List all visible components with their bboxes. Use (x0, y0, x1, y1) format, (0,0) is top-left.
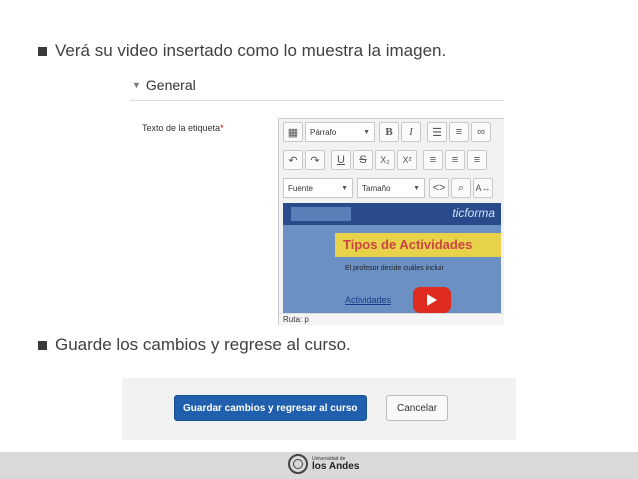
align-center-icon[interactable]: ≡ (445, 150, 465, 170)
section-header-general[interactable]: ▼ General (132, 77, 196, 93)
underline-button[interactable]: U (331, 150, 351, 170)
cancel-button[interactable]: Cancelar (386, 395, 449, 421)
size-select-label: Tamaño (362, 183, 391, 193)
youtube-play-icon[interactable] (413, 287, 451, 313)
paragraph-format-select[interactable]: Párrafo ▼ (305, 122, 375, 142)
align-left-icon[interactable]: ≡ (423, 150, 443, 170)
bullet-instruction-video: Verá su video insertado como lo muestra … (38, 41, 446, 61)
toolbar-row-3: Fuente ▼ Tamaño ▼ <> ⌕ A↔ (279, 175, 504, 201)
undo-icon[interactable]: ↶ (283, 150, 303, 170)
font-select-label: Fuente (288, 183, 313, 193)
font-select[interactable]: Fuente ▼ (283, 178, 353, 198)
bold-button[interactable]: B (379, 122, 399, 142)
bullet-text: Verá su video insertado como lo muestra … (55, 41, 447, 60)
source-code-button[interactable]: <> (429, 178, 449, 198)
toolbar-row-1: ▦ Párrafo ▼ B I ☰ ≡ ∞ (279, 119, 504, 145)
save-and-return-button[interactable]: Guardar cambios y regresar al curso (174, 395, 367, 421)
chevron-down-icon: ▼ (413, 184, 420, 192)
toolbar-row-2: ↶ ↷ U S X₂ X² ≡ ≡ ≡ (279, 147, 504, 173)
thumbnail-link: Actividades (345, 295, 392, 305)
thumbnail-subtitle: El profesor decide cuáles incluir (345, 265, 444, 272)
section-title: General (145, 77, 196, 93)
link-icon[interactable]: ∞ (471, 122, 491, 142)
chevron-down-icon: ▼ (363, 128, 370, 136)
numbered-list-icon[interactable]: ≡ (449, 122, 469, 142)
italic-button[interactable]: I (401, 122, 421, 142)
form-buttons-screenshot: Guardar cambios y regresar al curso Canc… (122, 378, 516, 440)
redo-icon[interactable]: ↷ (305, 150, 325, 170)
bullet-text: Guarde los cambios y regrese al curso. (55, 335, 351, 354)
thumbnail-banner-text: Tipos de Actividades (343, 237, 473, 252)
field-label-text: Texto de la etiqueta (142, 123, 221, 133)
strikethrough-button[interactable]: S (353, 150, 373, 170)
thumbnail-title-text: ticforma (452, 206, 495, 220)
toolbar-toggle-icon[interactable]: ▦ (283, 122, 303, 142)
university-name: los Andes (312, 460, 360, 472)
bullet-square-icon (38, 46, 47, 56)
subscript-button[interactable]: X₂ (375, 150, 395, 170)
chevron-down-icon: ▼ (132, 80, 141, 90)
size-select[interactable]: Tamaño ▼ (357, 178, 425, 198)
bullet-list-icon[interactable]: ☰ (427, 122, 447, 142)
university-logo: Universidad de los Andes (288, 454, 359, 474)
section-divider (130, 100, 504, 101)
editor-screenshot: ▼ General Texto de la etiqueta* ▦ Párraf… (122, 73, 504, 325)
thumbnail-logo (291, 207, 351, 221)
thumbnail-banner: Tipos de Actividades (335, 233, 501, 257)
thumbnail-header: ticforma (283, 203, 501, 225)
align-right-icon[interactable]: ≡ (467, 150, 487, 170)
field-label: Texto de la etiqueta* (142, 123, 224, 133)
find-icon[interactable]: ⌕ (451, 178, 471, 198)
required-mark: * (220, 123, 224, 133)
embedded-video-thumbnail[interactable]: ticforma Tipos de Actividades El profeso… (283, 203, 501, 313)
replace-icon[interactable]: A↔ (473, 178, 493, 198)
superscript-button[interactable]: X² (397, 150, 417, 170)
rich-text-editor[interactable]: ▦ Párrafo ▼ B I ☰ ≡ ∞ ↶ ↷ U S X₂ X² ≡ ≡ … (278, 118, 504, 325)
university-seal-icon (288, 454, 308, 474)
footer-bar: Universidad de los Andes (0, 452, 638, 479)
bullet-instruction-save: Guarde los cambios y regrese al curso. (38, 335, 351, 355)
chevron-down-icon: ▼ (341, 184, 348, 192)
paragraph-format-label: Párrafo (310, 127, 337, 137)
editor-status-path: Ruta: p (279, 313, 504, 325)
bullet-square-icon (38, 340, 47, 350)
